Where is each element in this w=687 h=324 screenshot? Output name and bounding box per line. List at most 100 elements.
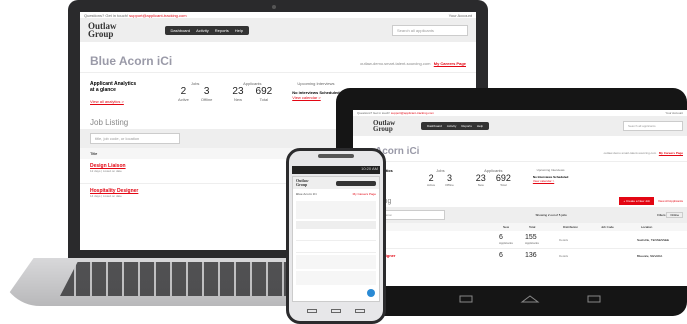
analytics-summary: Applicant Analytics at a glance View all… [90, 81, 158, 104]
phone-status-bar: 10:20 AM [292, 166, 380, 174]
new-count: 23 [475, 173, 486, 183]
back-icon[interactable] [307, 309, 317, 313]
nav-reports[interactable]: Reports [215, 28, 229, 33]
activity-feed [296, 255, 376, 269]
new-label: New [233, 97, 242, 102]
careers-page-link[interactable]: My Careers Page [659, 151, 683, 155]
filter-select[interactable]: Online [666, 212, 683, 218]
job-location: Bluevale, NEVADA [637, 253, 663, 258]
interviews-label: Upcoming Interviews [297, 81, 335, 86]
total-label: Total [500, 183, 507, 187]
job-title-link[interactable]: aison [375, 237, 499, 242]
showing-count: Showing 2 out of 5 jobs [535, 213, 567, 217]
job-new-count: 6 [499, 252, 503, 259]
careers-page-link[interactable]: My Careers Page [434, 61, 466, 66]
applicant-stats: Applicants 23 New 692 Total [232, 81, 272, 104]
nav-dashboard[interactable]: Dashboard [171, 28, 191, 33]
search-input[interactable]: Search all applicants [392, 24, 468, 36]
search-input[interactable]: Search all applicants [623, 121, 683, 131]
applicant-stats: Applicants 23 New 692 Total [476, 168, 511, 187]
recents-icon[interactable] [587, 295, 601, 303]
chat-icon[interactable] [367, 289, 375, 297]
jobs-stats: Jobs 2 Active 3 Offline [427, 168, 454, 187]
tablet-nav-bar [459, 295, 601, 303]
job-new-label: Applicants [499, 241, 513, 245]
analytics-block [296, 201, 376, 219]
analytics-subtitle: at a glance [90, 87, 116, 93]
nav-activity[interactable]: Activity [447, 124, 457, 128]
list-item[interactable] [296, 231, 376, 241]
job-listing-header: isting + Create a New Job View All Appli… [353, 193, 687, 207]
site-links: outlaw-demo.smart-talent-sourcing.com My… [604, 151, 683, 155]
filters-control[interactable]: Filters Online [657, 212, 683, 218]
offline-label: Offline [200, 97, 213, 102]
new-count: 23 [232, 86, 244, 97]
page-title: Blue Acorn iCi [296, 192, 317, 196]
active-count: 2 [428, 173, 434, 183]
home-icon[interactable] [520, 295, 540, 303]
view-calendar-link[interactable]: View calendar > [292, 95, 339, 100]
offline-count: 3 [203, 86, 210, 97]
back-icon[interactable] [459, 295, 473, 303]
nav-activity[interactable]: Activity [196, 28, 209, 33]
job-total-count: 136 [525, 252, 537, 259]
main-nav[interactable] [336, 180, 376, 186]
total-count: 692 [495, 173, 511, 183]
site-links: outlaw-demo.smart-talent-sourcing.com My… [360, 61, 466, 66]
distribution-details[interactable]: Details [559, 238, 637, 242]
logo: Outlaw Group [373, 118, 396, 133]
create-job-button[interactable]: + Create a New Job [619, 197, 655, 205]
header: Outlaw Group [293, 177, 379, 189]
questions-text: Questions? Get in touch! support@applica… [357, 111, 434, 115]
careers-page-link[interactable]: My Careers Page [353, 192, 376, 196]
home-icon[interactable] [331, 309, 341, 313]
job-meta: 14 days | Listed on date [90, 194, 122, 198]
title-row: Acorn iCi outlaw-demo.smart-talent-sourc… [353, 136, 687, 161]
title-row: Blue Acorn iCi outlaw-demo.smart-talent-… [80, 42, 476, 72]
activity-feed [296, 271, 376, 285]
new-label: New [477, 183, 484, 187]
nav-dashboard[interactable]: Dashboard [427, 124, 442, 128]
your-account-link[interactable]: Your Account [665, 111, 683, 115]
offline-count: 3 [446, 173, 452, 183]
support-email-link[interactable]: support@applicant-tracking.com [129, 13, 186, 18]
col-total: Total [529, 225, 536, 229]
nav-reports[interactable]: Reports [461, 124, 472, 128]
page-title: Blue Acorn iCi [90, 54, 173, 68]
your-account-link[interactable]: Your Account [449, 13, 472, 18]
view-analytics-link[interactable]: View all analytics > [90, 99, 158, 104]
main-nav: Dashboard Activity Reports Help [421, 122, 490, 130]
col-title: Title [90, 151, 98, 156]
job-search-input[interactable]: title, job code, or location [90, 133, 180, 144]
list-item[interactable] [296, 243, 376, 253]
header: Outlaw Group Dashboard Activity Reports H… [353, 116, 687, 136]
offline-label: Offline [445, 183, 454, 187]
menu-icon[interactable] [355, 309, 365, 313]
job-search-bar[interactable] [296, 221, 376, 229]
interviews-label: Upcoming Interviews [536, 168, 565, 172]
col-distribution: Distribution [563, 225, 579, 229]
site-url: outlaw-demo.smart-talent-sourcing.com [360, 61, 431, 66]
job-new-count: 6 [499, 234, 503, 241]
support-email-link[interactable]: support@applicant-tracking.com [391, 111, 434, 115]
interviews-stats: Upcoming Interviews No interviews Schedu… [292, 81, 339, 104]
view-calendar-link[interactable]: View calendar > [533, 179, 569, 183]
view-all-applicants-link[interactable]: View All Applicants [658, 197, 683, 205]
header: Outlaw Group Dashboard Activity Reports H… [80, 18, 476, 42]
title-row: Blue Acorn iCi My Careers Page [293, 189, 379, 199]
active-count: 2 [180, 86, 187, 97]
table-row[interactable]: aison 6Applicants 155Applicants Details … [353, 231, 687, 249]
distribution-details[interactable]: Details [559, 254, 637, 258]
job-title-link[interactable]: y Designer [375, 253, 499, 258]
active-label: Active [178, 97, 189, 102]
nav-help[interactable]: Help [235, 28, 243, 33]
total-label: Total [259, 97, 269, 102]
logo: Outlaw Group [88, 20, 117, 39]
phone-speaker [318, 154, 354, 158]
analytics-row: Analytics Jobs 2Active 3Offline Applican… [353, 161, 687, 193]
col-location: Location [641, 225, 653, 229]
phone-nav-bar [300, 306, 372, 316]
site-url: outlaw-demo.smart-talent-sourcing.com [603, 151, 657, 155]
table-row[interactable]: y Designer 6 136 Details Bluevale, NEVAD… [353, 249, 687, 262]
nav-help[interactable]: Help [477, 124, 483, 128]
